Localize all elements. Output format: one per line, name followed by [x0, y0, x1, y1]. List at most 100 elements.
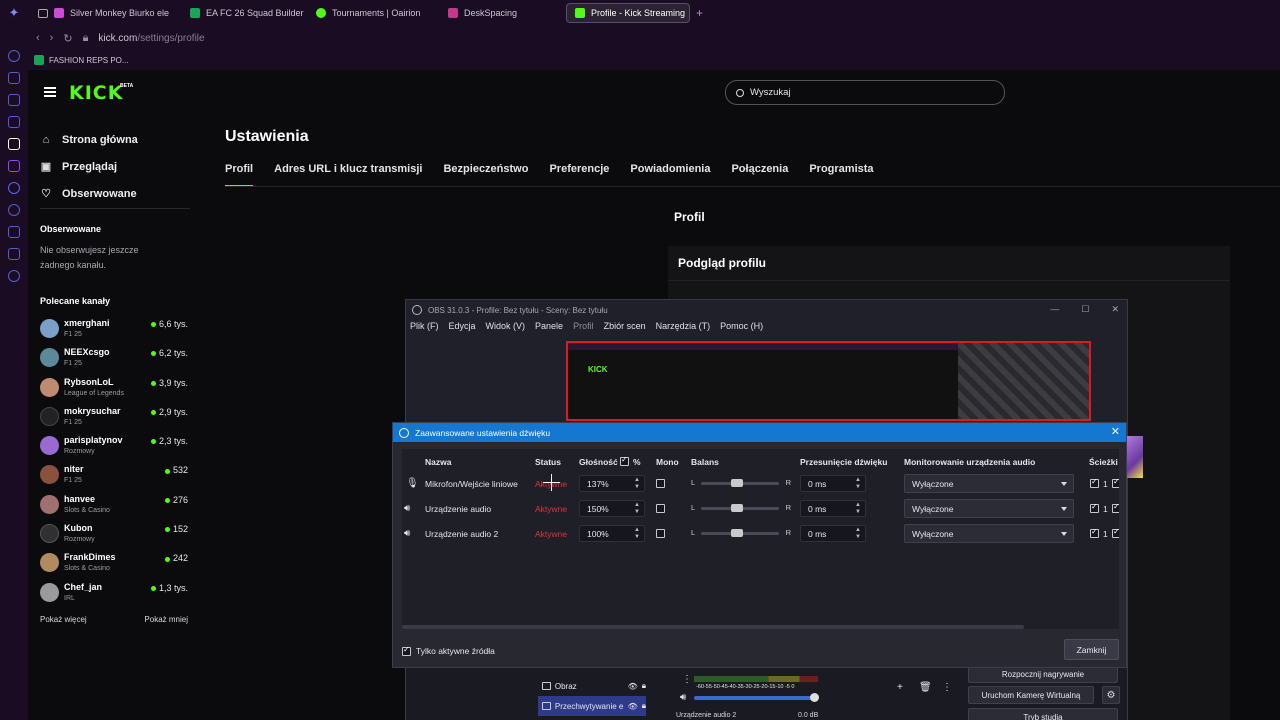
- sync-offset-spinbox[interactable]: 0 ms ▲ ▼: [800, 475, 866, 492]
- tab-silver-monkey[interactable]: Silver Monkey Biurko ele: [30, 3, 180, 23]
- menu-icon[interactable]: [44, 87, 56, 97]
- monitoring-select[interactable]: Wyłączone: [904, 499, 1074, 518]
- track-checkbox[interactable]: [1112, 477, 1119, 488]
- mono-checkbox[interactable]: [656, 529, 665, 538]
- settings-icon[interactable]: [8, 270, 20, 282]
- track-checkbox[interactable]: [1112, 527, 1119, 538]
- tab-notifications[interactable]: Powiadomienia: [630, 163, 710, 187]
- balance-knob[interactable]: [731, 479, 743, 487]
- spin-arrows-icon[interactable]: ▲ ▼: [855, 477, 861, 491]
- sync-offset-spinbox[interactable]: 0 ms ▲ ▼: [800, 500, 866, 517]
- close-icon[interactable]: ✕: [1111, 304, 1119, 315]
- source-item-selected[interactable]: Przechwytywanie e 👁︎ 🔒︎: [538, 696, 646, 716]
- volume-slider-knob[interactable]: [810, 693, 819, 702]
- add-icon[interactable]: +: [897, 682, 903, 693]
- kick-logo[interactable]: KICK: [69, 82, 123, 104]
- sidebar-app-icon[interactable]: [8, 226, 20, 238]
- forward-icon[interactable]: ›: [50, 32, 54, 44]
- tab-developer[interactable]: Programista: [809, 163, 873, 187]
- menu-tools[interactable]: Narzędzia (T): [656, 321, 711, 331]
- eye-icon[interactable]: 👁︎: [628, 682, 638, 691]
- new-tab-icon[interactable]: +: [696, 6, 703, 20]
- nav-browse[interactable]: ▣ Przeglądaj: [40, 153, 200, 180]
- minimize-icon[interactable]: —: [1050, 304, 1059, 315]
- mono-checkbox[interactable]: [656, 504, 665, 513]
- spin-arrows-icon[interactable]: ▲ ▼: [634, 502, 640, 516]
- monitoring-select[interactable]: Wyłączone: [904, 524, 1074, 543]
- gear-icon[interactable]: ⚙: [1102, 686, 1120, 704]
- sidebar-app-icon[interactable]: [8, 116, 20, 128]
- volume-spinbox[interactable]: 137% ▲ ▼: [579, 475, 645, 492]
- sidebar-app-icon[interactable]: [8, 248, 20, 260]
- channel-item[interactable]: mokrysuchar F1 25 2,9 tys.: [40, 402, 188, 431]
- track-checkbox[interactable]: [1090, 477, 1099, 488]
- twitch-icon[interactable]: [8, 160, 20, 172]
- maximize-icon[interactable]: ☐: [1081, 304, 1089, 315]
- tab-deskspacing[interactable]: DeskSpacing: [440, 3, 564, 23]
- tab-kick-profile[interactable]: Profile - Kick Streaming: [566, 3, 690, 23]
- source-item[interactable]: Obraz 👁︎ 🔒︎: [538, 676, 646, 696]
- reload-icon[interactable]: ↻: [63, 32, 72, 45]
- menu-edit[interactable]: Edycja: [449, 321, 476, 331]
- balance-slider[interactable]: LR: [691, 502, 791, 514]
- track-checkbox[interactable]: [1090, 527, 1099, 538]
- sidebar-app-icon[interactable]: [8, 50, 20, 62]
- track-checkbox[interactable]: [1090, 502, 1099, 513]
- channel-item[interactable]: Chef_jan IRL 1,3 tys.: [40, 578, 188, 607]
- spin-arrows-icon[interactable]: ▲ ▼: [855, 527, 861, 541]
- browser-logo-icon[interactable]: ✦: [0, 0, 28, 26]
- virtual-camera-button[interactable]: Uruchom Kamerę Wirtualną: [968, 686, 1094, 704]
- volume-spinbox[interactable]: 150% ▲ ▼: [579, 500, 645, 517]
- menu-docks[interactable]: Panele: [535, 321, 563, 331]
- discord-icon[interactable]: [8, 182, 20, 194]
- tab-connections[interactable]: Połączenia: [731, 163, 788, 187]
- bookmark-item[interactable]: FASHION REPS PO...: [49, 56, 129, 65]
- menu-profile[interactable]: Profil: [573, 321, 594, 331]
- balance-slider[interactable]: LR: [691, 477, 791, 489]
- tab-ea-fc[interactable]: EA FC 26 Squad Builder |: [182, 3, 306, 23]
- more-icon[interactable]: ⋮: [942, 682, 952, 693]
- back-icon[interactable]: ‹: [36, 32, 40, 44]
- spin-arrows-icon[interactable]: ▲ ▼: [855, 502, 861, 516]
- balance-knob[interactable]: [731, 529, 743, 537]
- tab-stream-key[interactable]: Adres URL i klucz transmisji: [274, 163, 422, 187]
- close-button[interactable]: Zamknij: [1064, 639, 1119, 660]
- sidebar-app-icon[interactable]: [8, 138, 20, 150]
- volume-slider[interactable]: [694, 696, 814, 700]
- volume-spinbox[interactable]: 100% ▲ ▼: [579, 525, 645, 542]
- tab-profile[interactable]: Profil: [225, 163, 254, 187]
- balance-slider[interactable]: LR: [691, 527, 791, 539]
- channel-item[interactable]: NEEXcsgo F1 25 6,2 tys.: [40, 343, 188, 372]
- only-active-checkbox[interactable]: [402, 645, 411, 656]
- url-field[interactable]: kick.com/settings/profile: [98, 33, 204, 44]
- channel-item[interactable]: xmerghani F1 25 6,6 tys.: [40, 314, 188, 343]
- channel-item[interactable]: niter F1 25 532: [40, 460, 188, 489]
- trash-icon[interactable]: 🗑︎: [919, 682, 932, 693]
- tab-security[interactable]: Bezpieczeństwo: [443, 163, 528, 187]
- menu-scene-collection[interactable]: Zbiór scen: [604, 321, 646, 331]
- tab-tournaments[interactable]: Tournaments | Oairion: [308, 3, 438, 23]
- track-checkbox[interactable]: [1112, 502, 1119, 513]
- close-icon[interactable]: ✕: [1111, 425, 1120, 438]
- menu-view[interactable]: Widok (V): [486, 321, 526, 331]
- monitoring-select[interactable]: Wyłączone: [904, 474, 1074, 493]
- spin-arrows-icon[interactable]: ▲ ▼: [634, 527, 640, 541]
- obs-preview-canvas[interactable]: KICK: [566, 341, 1091, 421]
- menu-help[interactable]: Pomoc (H): [720, 321, 763, 331]
- spin-arrows-icon[interactable]: ▲ ▼: [634, 477, 640, 491]
- channel-item[interactable]: hanvee Slots & Casino 276: [40, 490, 188, 519]
- menu-file[interactable]: Plik (F): [410, 321, 439, 331]
- tab-preferences[interactable]: Preferencje: [549, 163, 609, 187]
- volume-percent-checkbox[interactable]: [620, 455, 629, 466]
- search-input[interactable]: Wyszukaj: [725, 80, 1005, 105]
- only-active-sources-toggle[interactable]: Tylko aktywne źródła: [402, 645, 495, 656]
- balance-knob[interactable]: [731, 504, 743, 512]
- show-more-link[interactable]: Pokaż więcej: [40, 615, 87, 624]
- horizontal-scrollbar[interactable]: [402, 625, 1024, 629]
- nav-following[interactable]: ♡ Obserwowane: [40, 180, 200, 207]
- lock-icon[interactable]: 🔒︎: [642, 681, 646, 691]
- channel-item[interactable]: FrankDimes Slots & Casino 242: [40, 548, 188, 577]
- show-less-link[interactable]: Pokaż mniej: [144, 615, 188, 624]
- eye-icon[interactable]: 👁︎: [628, 702, 638, 711]
- channel-item[interactable]: RybsonLoL League of Legends 3,9 tys.: [40, 373, 188, 402]
